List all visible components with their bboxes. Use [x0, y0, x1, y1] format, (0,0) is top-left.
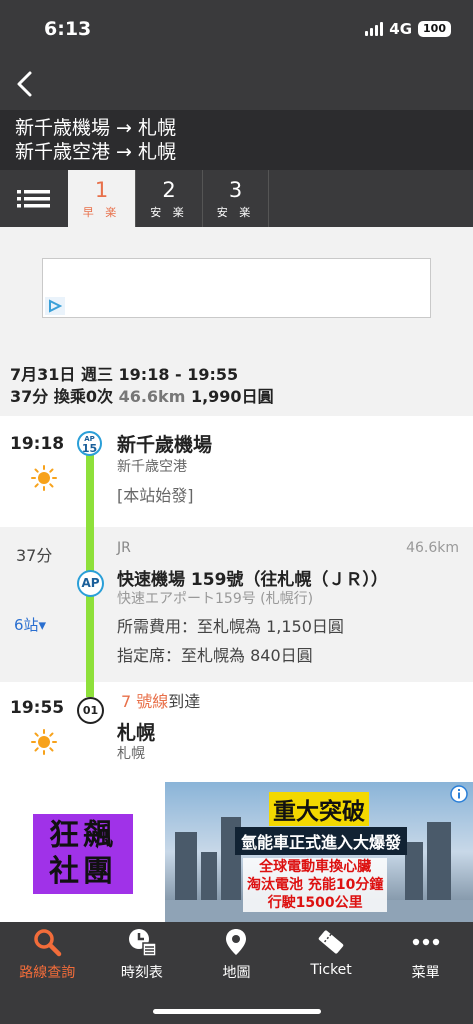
back-icon[interactable]: [8, 66, 44, 102]
train-line-badge: AP: [77, 570, 104, 597]
banner-ad[interactable]: [42, 258, 431, 318]
ad-choices-icon[interactable]: [45, 297, 65, 315]
tab-route-2[interactable]: 2 安 楽: [135, 170, 202, 227]
station-number-badge: AP 15: [77, 431, 102, 456]
sun-icon: [31, 465, 57, 491]
signal-icon: [365, 22, 384, 36]
ticket-icon: [318, 930, 344, 954]
train-name[interactable]: 快速機場 159號（往札幌（ＪＲ））: [117, 565, 388, 590]
list-icon: [17, 190, 50, 208]
reserved-seat-info: 指定席：至札幌為 840日圓: [117, 646, 313, 665]
trip-transfers: 換乘0次: [53, 387, 113, 406]
nav-route-search[interactable]: 路線查詢: [0, 922, 95, 1024]
trip-distance: 46.6km: [118, 387, 186, 406]
departure-time: 19:18: [10, 434, 65, 454]
ad-info-icon[interactable]: [449, 784, 469, 804]
timetable-icon: [128, 929, 157, 957]
status-time: 6:13: [44, 18, 92, 40]
ad-headline: 重大突破: [269, 792, 369, 826]
more-icon: [412, 938, 439, 946]
arrival-track: 7 號線到達: [121, 692, 201, 711]
trip-summary: 7月31日 週三 19:18 - 19:55 37分 換乘0次 46.6km 1…: [10, 364, 274, 408]
stops-toggle[interactable]: 6站▾: [14, 614, 46, 635]
trip-duration: 37分: [10, 387, 49, 406]
tab-route-3[interactable]: 3 安 楽: [202, 170, 269, 227]
battery-icon: 100: [418, 21, 451, 37]
arrival-section: [0, 682, 473, 782]
trip-fare: 1,990日圓: [190, 387, 274, 406]
platform-badge: 01: [77, 697, 104, 724]
first-station-note: [本站始發]: [117, 486, 194, 505]
arrival-time: 19:55: [10, 698, 65, 718]
search-icon: [34, 929, 62, 957]
network-label: 4G: [389, 20, 413, 38]
nav-bar: [0, 58, 473, 110]
fare-info: 所需費用：至札幌為 1,150日圓: [117, 617, 344, 636]
route-subtitle: 新千歳空港 → 札幌: [15, 141, 176, 163]
list-view-button[interactable]: [0, 170, 68, 227]
departure-station-subname: 新千歳空港: [117, 459, 187, 475]
ad-body: 全球電動車換心臟 淘汰電池 充能10分鐘 行駛1500公里: [243, 858, 388, 912]
arrival-station-name[interactable]: 札幌: [117, 718, 155, 745]
ad-subheadline: 氫能車正式進入大爆發: [235, 827, 408, 855]
departure-section: [0, 416, 473, 527]
home-indicator: [153, 1009, 321, 1014]
trip-date-time: 7月31日 週三 19:18 - 19:55: [10, 365, 239, 384]
status-bar: 6:13 4G 100: [0, 0, 473, 58]
ad-left-image[interactable]: 狂飆 社團: [33, 814, 133, 894]
train-subname: 快速エアポート159号 (札幌行): [117, 591, 314, 607]
departure-station-name[interactable]: 新千歲機場: [117, 430, 212, 457]
arrival-station-subname: 札幌: [117, 746, 145, 762]
train-operator: JR: [117, 540, 131, 556]
ride-duration: 37分: [16, 546, 53, 565]
route-tabs: 1 早 楽 2 安 楽 3 安 楽: [0, 170, 473, 227]
route-header: 新千歳機場 → 札幌 新千歳空港 → 札幌: [0, 110, 473, 170]
display-ad[interactable]: 狂飆 社團 重大突破 氫能車正式進入大爆發 全球電動車換心臟 淘汰電池 充能10…: [0, 782, 473, 922]
train-distance: 46.6km: [406, 540, 459, 556]
nav-menu[interactable]: 菜單: [378, 922, 473, 1024]
tab-route-1[interactable]: 1 早 楽: [68, 170, 135, 227]
sun-icon: [31, 729, 57, 755]
map-pin-icon: [226, 929, 247, 955]
ad-right-image[interactable]: 重大突破 氫能車正式進入大爆發 全球電動車換心臟 淘汰電池 充能10分鐘 行駛1…: [165, 782, 473, 922]
route-title: 新千歳機場 → 札幌: [15, 117, 176, 139]
